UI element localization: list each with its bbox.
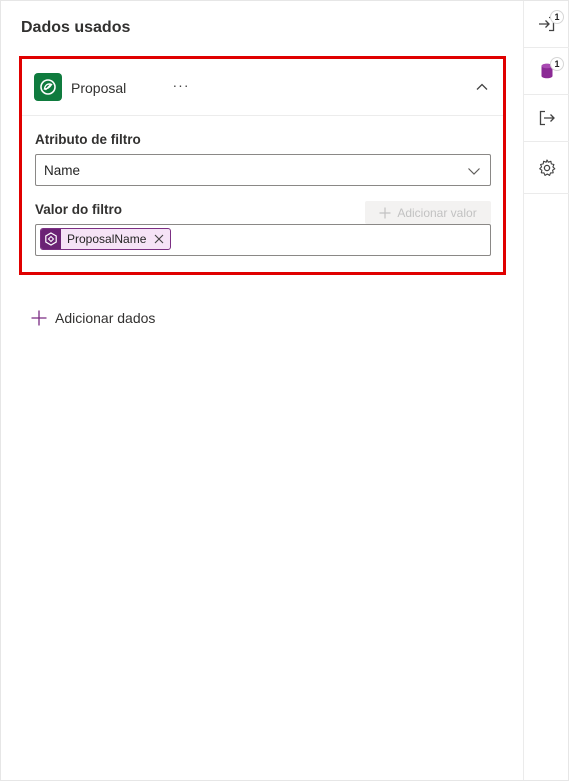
rail-item-data[interactable]: 1 <box>524 48 569 95</box>
filter-attribute-dropdown[interactable]: Name <box>35 154 491 186</box>
rail-item-outputs[interactable] <box>524 95 569 142</box>
right-rail: 1 1 <box>524 1 569 780</box>
app-window: Dados usados Proposal ··· Atributo de fi… <box>0 0 569 781</box>
filter-value-input[interactable]: ProposalName <box>35 224 491 256</box>
rail-item-settings[interactable] <box>524 142 569 194</box>
component-icon <box>41 229 61 249</box>
chevron-down-icon <box>468 168 480 175</box>
plus-icon <box>31 310 47 326</box>
filter-attribute-label: Atributo de filtro <box>35 132 141 147</box>
add-data-button[interactable]: Adicionar dados <box>31 308 155 328</box>
gear-icon <box>539 158 556 176</box>
panel-title: Dados usados <box>21 19 131 36</box>
data-count-badge: 1 <box>550 57 564 71</box>
card-header[interactable]: Proposal ··· <box>22 59 503 116</box>
dataverse-icon <box>34 73 62 101</box>
filter-value-token[interactable]: ProposalName <box>40 228 172 250</box>
inputs-count-badge: 1 <box>550 10 564 24</box>
data-source-card: Proposal ··· Atributo de filtro Name Val… <box>19 56 506 275</box>
filter-attribute-value: Name <box>44 163 81 178</box>
sign-out-icon <box>539 110 555 126</box>
add-data-label: Adicionar dados <box>55 310 156 326</box>
plus-icon <box>379 207 391 218</box>
chevron-up-icon <box>476 83 488 90</box>
add-value-label: Adicionar valor <box>397 205 477 220</box>
collapse-button[interactable] <box>471 76 493 98</box>
close-icon[interactable] <box>152 232 166 246</box>
add-value-button[interactable]: Adicionar valor <box>365 201 491 224</box>
token-label: ProposalName <box>67 232 147 246</box>
more-options-button[interactable]: ··· <box>170 75 192 95</box>
filter-value-label: Valor do filtro <box>35 202 123 217</box>
rail-item-inputs[interactable]: 1 <box>524 1 569 48</box>
data-panel: Dados usados Proposal ··· Atributo de fi… <box>1 1 524 780</box>
entity-name: Proposal <box>71 80 127 96</box>
